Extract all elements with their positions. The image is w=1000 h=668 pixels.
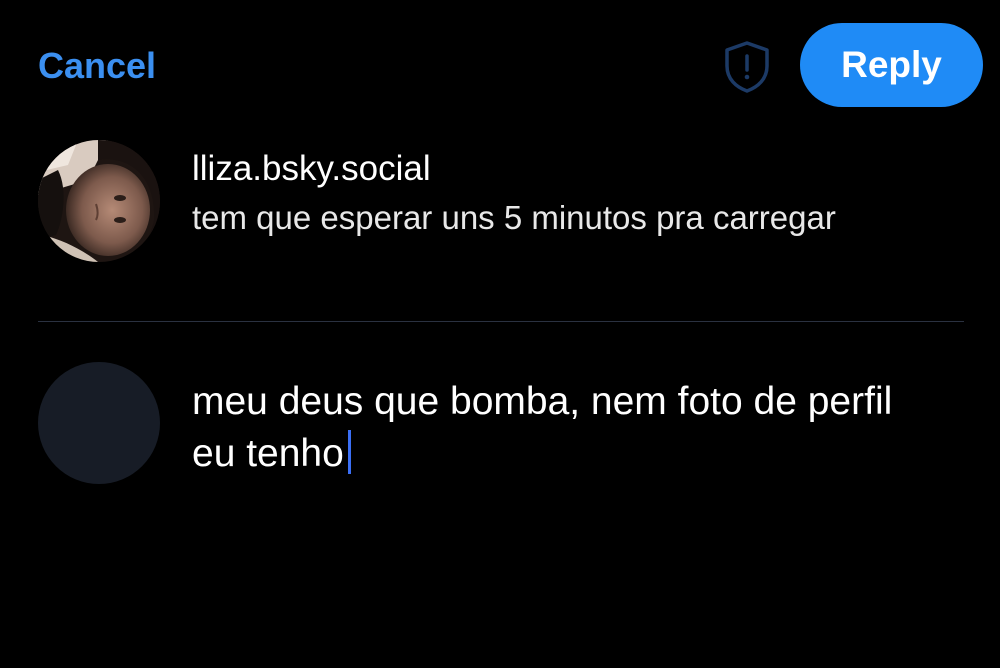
avatar-photo — [38, 140, 160, 262]
divider — [38, 321, 964, 322]
shield-alert-icon[interactable] — [722, 40, 772, 94]
parent-handle[interactable]: lliza.bsky.social — [192, 148, 431, 190]
reply-text-input[interactable]: meu deus que bomba, nem foto de perfil e… — [192, 376, 932, 480]
avatar[interactable] — [38, 140, 160, 262]
cancel-button[interactable]: Cancel — [38, 44, 156, 88]
parent-post-text: tem que esperar uns 5 minutos pra carreg… — [192, 199, 836, 236]
shield-alert-icon-svg — [725, 41, 769, 93]
reply-text: meu deus que bomba, nem foto de perfil e… — [192, 380, 893, 475]
user-avatar-placeholder — [38, 362, 160, 484]
reply-button[interactable]: Reply — [800, 23, 983, 107]
text-caret — [347, 430, 351, 474]
composer-header: Cancel Reply — [0, 0, 1000, 130]
